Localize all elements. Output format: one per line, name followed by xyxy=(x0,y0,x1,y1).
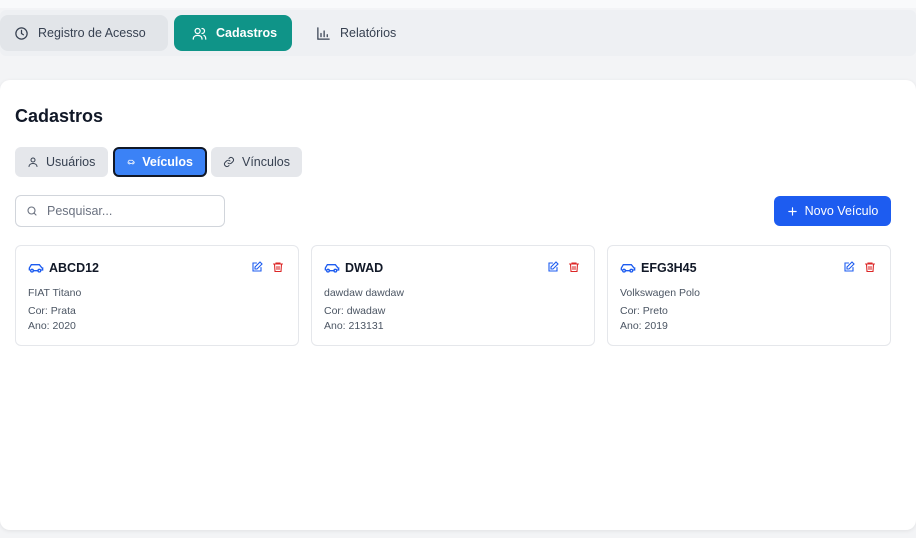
vehicle-year: Ano: 2019 xyxy=(620,320,668,332)
vehicle-model: Volkswagen Polo xyxy=(620,287,700,299)
vehicle-plate: DWAD xyxy=(345,261,384,275)
tab-registro-de-acesso[interactable]: Registro de Acesso xyxy=(0,15,168,51)
bar-chart-icon xyxy=(317,26,330,40)
vehicle-card: ABCD12 FIAT Titano Cor: Prata Ano: 2020 xyxy=(15,245,299,346)
top-nav: Registro de Acesso Cadastros Relatórios xyxy=(0,10,916,56)
subtab-veiculos[interactable]: Veículos xyxy=(113,147,207,177)
trash-icon[interactable] xyxy=(568,261,580,273)
user-icon xyxy=(28,157,38,167)
vehicle-plate: ABCD12 xyxy=(49,261,100,275)
subtab-label: Vínculos xyxy=(242,155,290,169)
vehicle-plate: EFG3H45 xyxy=(641,261,697,275)
tab-label: Relatórios xyxy=(340,26,397,40)
subtab-label: Veículos xyxy=(142,155,193,169)
car-icon xyxy=(127,159,135,165)
car-icon xyxy=(28,264,44,273)
tab-relatorios[interactable]: Relatórios xyxy=(302,15,412,51)
tab-label: Registro de Acesso xyxy=(38,26,146,40)
tab-label: Cadastros xyxy=(216,26,278,40)
top-strip xyxy=(0,0,916,8)
vehicle-card: EFG3H45 Volkswagen Polo Cor: Preto Ano: … xyxy=(607,245,891,346)
plus-icon xyxy=(787,206,797,216)
search-icon xyxy=(27,206,37,216)
link-icon xyxy=(224,157,234,167)
car-icon xyxy=(324,264,340,273)
search-box xyxy=(15,195,225,227)
subtab-vinculos[interactable]: Vínculos xyxy=(211,147,302,177)
new-vehicle-button[interactable]: Novo Veículo xyxy=(774,196,891,226)
page-title: Cadastros xyxy=(15,106,104,126)
new-vehicle-label: Novo Veículo xyxy=(804,204,879,218)
vehicle-color: Cor: Prata xyxy=(28,305,76,317)
trash-icon[interactable] xyxy=(864,261,876,273)
main-panel: Cadastros Usuários Veículos Vínculos Nov… xyxy=(0,80,916,530)
vehicle-color: Cor: Preto xyxy=(620,305,668,317)
subtab-label: Usuários xyxy=(46,155,96,169)
car-icon xyxy=(620,264,636,273)
search-input[interactable] xyxy=(47,204,207,218)
edit-icon[interactable] xyxy=(547,261,559,273)
vehicle-year: Ano: 2020 xyxy=(28,320,76,332)
vehicle-year: Ano: 213131 xyxy=(324,320,384,332)
trash-icon[interactable] xyxy=(272,261,284,273)
edit-icon[interactable] xyxy=(843,261,855,273)
clock-icon xyxy=(15,26,28,40)
users-icon xyxy=(192,27,207,40)
tab-cadastros[interactable]: Cadastros xyxy=(174,15,292,51)
vehicle-card: DWAD dawdaw dawdaw Cor: dwadaw Ano: 2131… xyxy=(311,245,595,346)
vehicle-model: FIAT Titano xyxy=(28,287,82,299)
subtab-usuarios[interactable]: Usuários xyxy=(15,147,108,177)
vehicle-model: dawdaw dawdaw xyxy=(324,287,404,299)
edit-icon[interactable] xyxy=(251,261,263,273)
vehicle-color: Cor: dwadaw xyxy=(324,305,386,317)
